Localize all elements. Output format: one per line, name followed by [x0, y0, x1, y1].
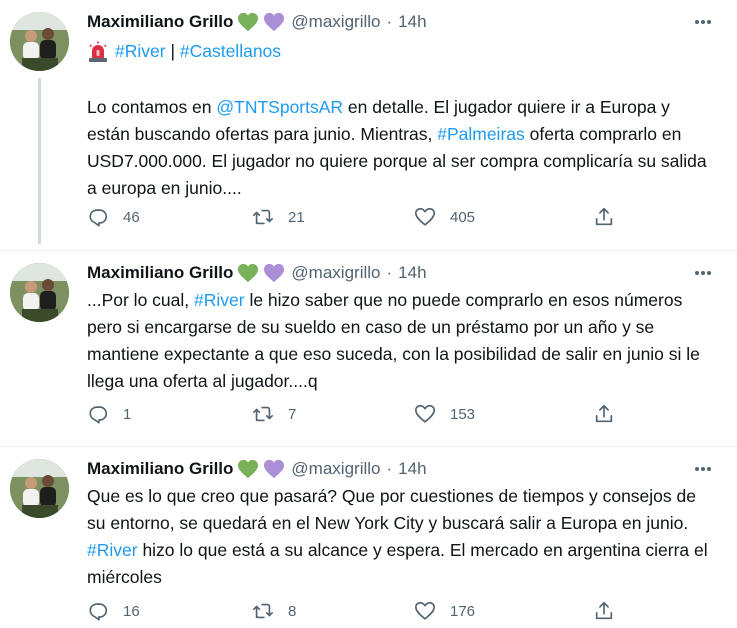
retweet-count: 8 — [288, 602, 297, 620]
author-name[interactable]: Maximiliano Grillo — [87, 459, 233, 479]
hashtag-link[interactable]: #River — [87, 540, 138, 560]
retweet-button[interactable]: 21 — [252, 206, 305, 228]
reply-button[interactable]: 1 — [87, 403, 131, 425]
retweet-button[interactable]: 7 — [252, 403, 296, 425]
thread-line — [38, 78, 41, 244]
reply-icon — [89, 603, 108, 621]
hashtag-castellanos[interactable]: #Castellanos — [180, 38, 281, 65]
more-icon[interactable] — [691, 459, 715, 479]
retweet-icon — [253, 209, 273, 225]
like-button[interactable]: 153 — [414, 403, 475, 425]
green-heart-icon — [237, 12, 259, 32]
reply-count: 16 — [123, 602, 140, 620]
share-icon — [595, 601, 613, 620]
author-handle[interactable]: @maxigrillo — [291, 459, 380, 479]
more-icon[interactable] — [691, 12, 715, 32]
like-button[interactable]: 176 — [414, 600, 475, 622]
hashtag-link[interactable]: #Palmeiras — [437, 124, 525, 144]
green-heart-icon — [237, 459, 259, 479]
purple-heart-icon — [263, 12, 285, 32]
like-count: 405 — [450, 208, 476, 226]
like-count: 153 — [450, 405, 476, 423]
like-count: 176 — [450, 602, 476, 620]
purple-heart-icon — [263, 263, 285, 283]
like-icon — [415, 601, 435, 620]
tweet-text: ...Por lo cual, #River le hizo saber que… — [87, 287, 715, 395]
retweet-count: 7 — [288, 405, 297, 423]
reply-icon — [89, 406, 108, 424]
share-button[interactable] — [593, 600, 615, 622]
tweet[interactable]: Maximiliano Grillo @maxigrillo · 14h #Ri… — [0, 0, 737, 250]
more-icon[interactable] — [691, 263, 715, 283]
hashtag-river[interactable]: #River — [115, 38, 166, 65]
avatar[interactable] — [10, 263, 69, 322]
timestamp[interactable]: 14h — [398, 12, 426, 32]
separator-dot: · — [386, 459, 393, 478]
reply-button[interactable]: 16 — [87, 600, 140, 622]
text-segment: ...Por lo cual, — [87, 290, 194, 310]
timestamp[interactable]: 14h — [398, 263, 426, 283]
like-icon — [415, 404, 435, 423]
tweet-actions: 1 7 153 — [87, 402, 717, 426]
avatar[interactable] — [10, 459, 69, 518]
tweet-header: Maximiliano Grillo @maxigrillo · 14h — [87, 10, 715, 34]
author-name[interactable]: Maximiliano Grillo — [87, 263, 233, 283]
mention-link[interactable]: @TNTSportsAR — [216, 97, 343, 117]
tweet-text: Lo contamos en @TNTSportsAR en detalle. … — [87, 94, 715, 202]
retweet-button[interactable]: 8 — [252, 600, 296, 622]
retweet-icon — [253, 406, 273, 422]
reply-count: 46 — [123, 208, 140, 226]
reply-icon — [89, 209, 108, 227]
tweet-tags: #River | #Castellanos — [87, 38, 715, 65]
tweet[interactable]: Maximiliano Grillo @maxigrillo · 14h ...… — [0, 250, 737, 446]
share-button[interactable] — [593, 206, 615, 228]
reply-count: 1 — [123, 405, 132, 423]
share-icon — [595, 207, 613, 226]
tweet-actions: 16 8 176 — [87, 599, 717, 623]
tag-separator: | — [165, 41, 180, 61]
avatar[interactable] — [10, 12, 69, 71]
tweet[interactable]: Maximiliano Grillo @maxigrillo · 14h Que… — [0, 446, 737, 628]
tweet-header: Maximiliano Grillo @maxigrillo · 14h — [87, 457, 715, 481]
green-heart-icon — [237, 263, 259, 283]
separator-dot: · — [386, 263, 393, 282]
tweet-actions: 46 21 405 — [87, 205, 717, 229]
purple-heart-icon — [263, 459, 285, 479]
hashtag-link[interactable]: #River — [194, 290, 245, 310]
author-name[interactable]: Maximiliano Grillo — [87, 12, 233, 32]
text-segment: Lo contamos en — [87, 97, 217, 117]
share-button[interactable] — [593, 403, 615, 425]
like-icon — [415, 207, 435, 226]
author-handle[interactable]: @maxigrillo — [291, 263, 380, 283]
reply-button[interactable]: 46 — [87, 206, 140, 228]
author-handle[interactable]: @maxigrillo — [291, 12, 380, 32]
text-segment: hizo lo que está a su alcance y espera. … — [87, 540, 708, 587]
like-button[interactable]: 405 — [414, 206, 475, 228]
text-segment: Que es lo que creo que pasará? Que por c… — [87, 486, 696, 533]
tweet-header: Maximiliano Grillo @maxigrillo · 14h — [87, 261, 715, 285]
retweet-icon — [253, 603, 273, 619]
siren-icon — [87, 41, 109, 63]
separator-dot: · — [386, 12, 393, 31]
retweet-count: 21 — [288, 208, 305, 226]
tweet-text: Que es lo que creo que pasará? Que por c… — [87, 483, 715, 591]
share-icon — [595, 404, 613, 423]
timestamp[interactable]: 14h — [398, 459, 426, 479]
